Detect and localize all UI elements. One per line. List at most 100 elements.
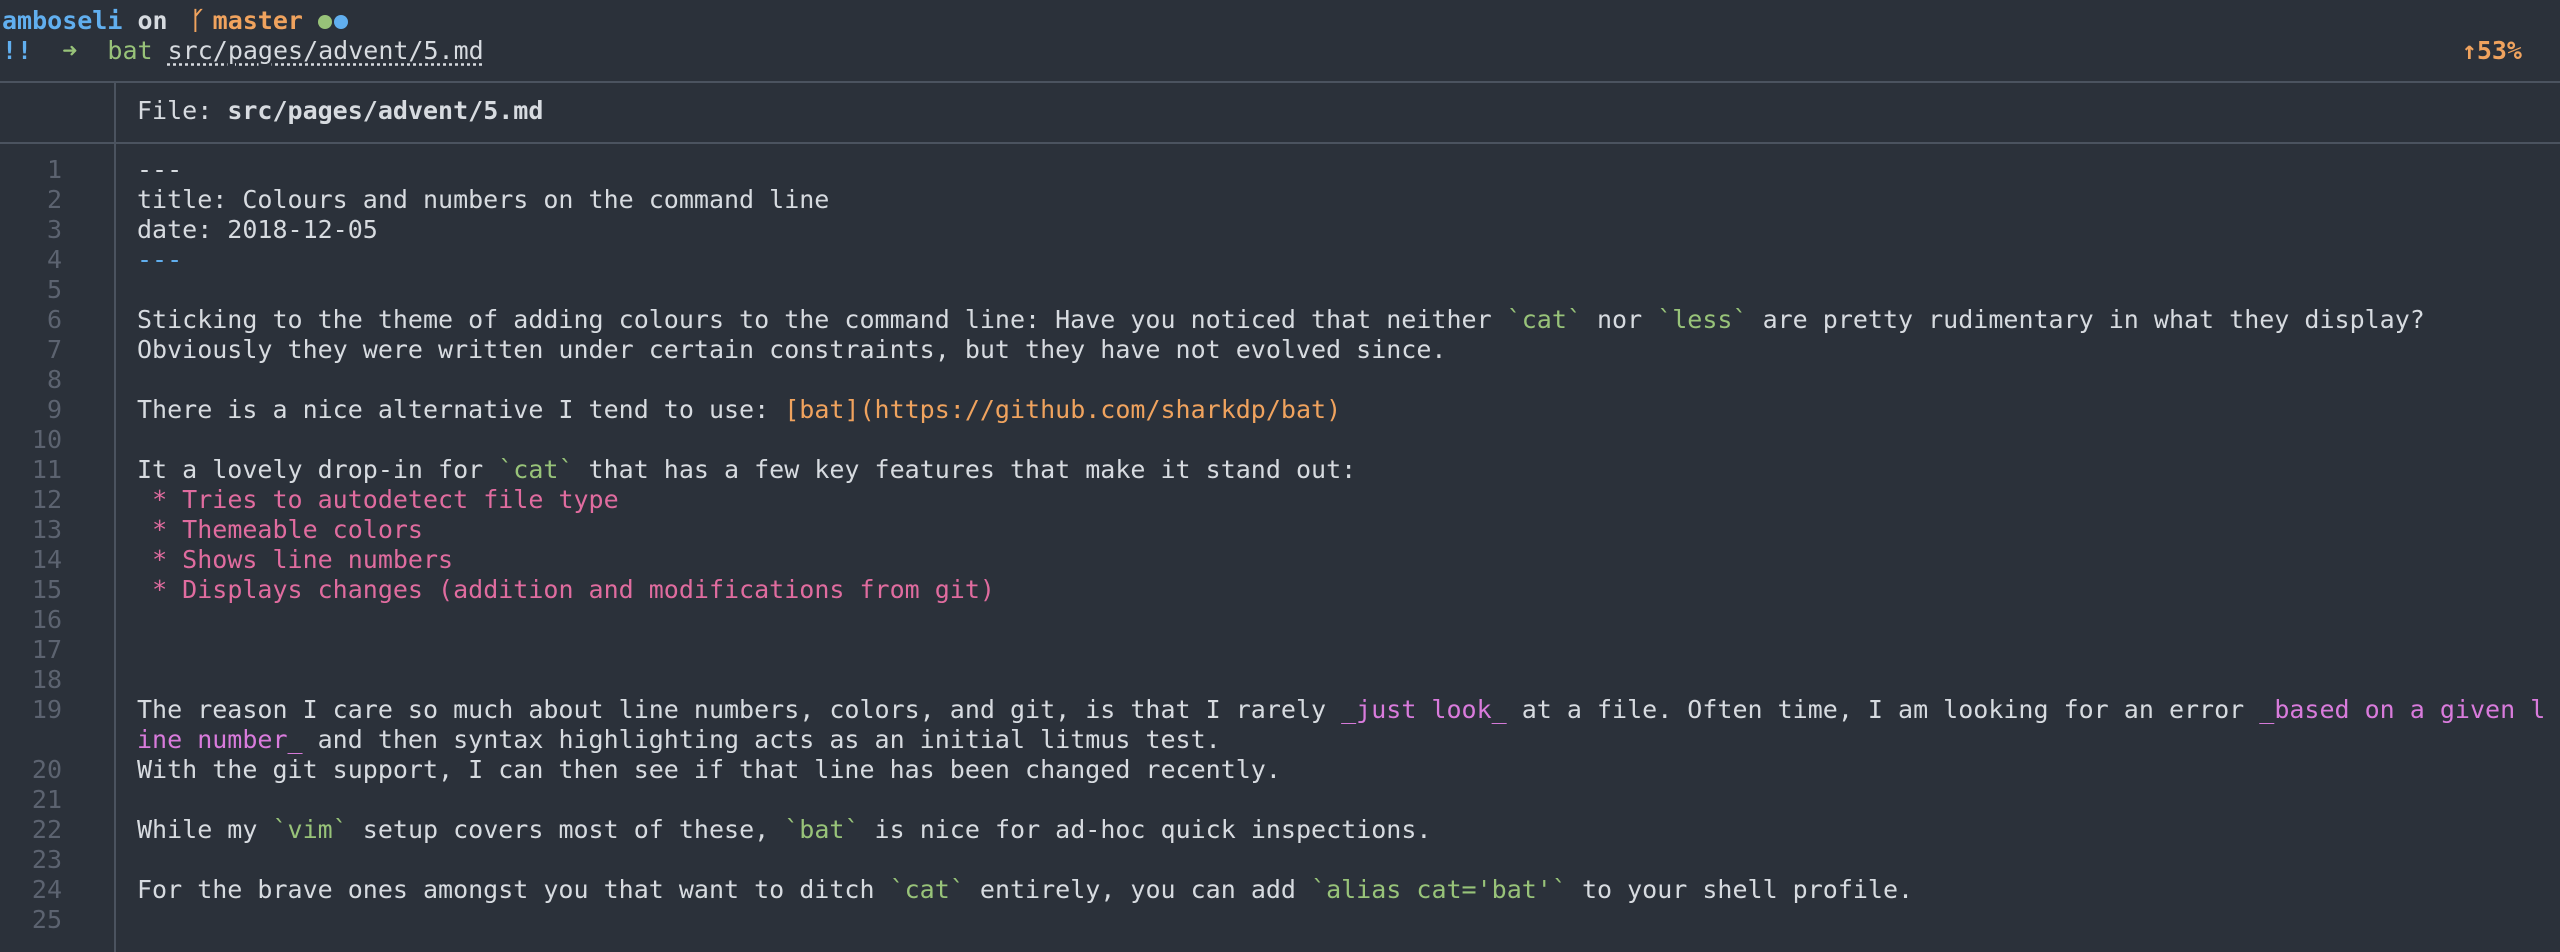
line-number: 21 <box>31 785 62 814</box>
line-text-segment: Obviously they were written under certai… <box>137 335 1447 364</box>
file-header: File: src/pages/advent/5.md <box>137 96 543 126</box>
code-line: 13 * Themeable colors <box>0 515 2560 545</box>
code-line: 8 <box>0 365 2560 395</box>
code-line: 15 * Displays changes (addition and modi… <box>0 575 2560 605</box>
line-number: 14 <box>31 545 62 574</box>
line-number: 5 <box>46 275 62 304</box>
line-number: 23 <box>31 845 62 874</box>
command-argument-path[interactable]: src/pages/advent/5.md <box>168 36 484 65</box>
line-number: 15 <box>31 575 62 604</box>
code-line: 11 It a lovely drop-in for `cat` that has… <box>0 455 2560 485</box>
code-line: 20 With the git support, I can then see i… <box>0 755 2560 785</box>
prompt-context-line: amboseli on ᚴ master <box>2 6 350 36</box>
hostname: amboseli <box>2 6 123 35</box>
line-text: There is a nice alternative I tend to us… <box>137 395 2557 425</box>
frame-header-gutter-rule <box>114 82 116 142</box>
code-line: 23 <box>0 845 2560 875</box>
line-text-segment: and then syntax highlighting acts as an … <box>302 725 1221 754</box>
line-number: 25 <box>31 905 62 934</box>
line-number: 2 <box>46 185 62 214</box>
code-line: 1 --- <box>0 155 2560 185</box>
code-line: 19 The reason I care so much about line n… <box>0 695 2560 755</box>
code-line: 6 Sticking to the theme of adding colours… <box>0 305 2560 335</box>
git-status-dot-blue-icon <box>334 15 349 29</box>
line-number: 8 <box>46 365 62 394</box>
line-number: 11 <box>31 455 62 484</box>
line-number: 6 <box>46 305 62 334</box>
line-number: 18 <box>31 665 62 694</box>
git-branch-icon: ᚴ <box>190 6 206 35</box>
line-text-segment: * Tries to autodetect file type <box>137 485 619 514</box>
line-text-segment: --- <box>137 245 183 274</box>
prompt-on-text: on <box>137 6 168 35</box>
frame-header-rule <box>0 142 2560 144</box>
prompt-arrow-icon: ➜ <box>62 36 78 65</box>
line-text-segment: With the git support, I can then see if … <box>137 755 1281 784</box>
code-line: 22 While my `vim` setup covers most of th… <box>0 815 2560 845</box>
line-text-segment: Sticking to the theme of adding colours … <box>137 305 1507 334</box>
line-text: For the brave ones amongst you that want… <box>137 875 2557 905</box>
line-text: title: Colours and numbers on the comman… <box>137 185 2557 215</box>
file-header-label: File: <box>137 96 213 125</box>
line-text-segment: title: Colours and numbers on the comman… <box>137 185 830 214</box>
line-text-segment: * Shows line numbers <box>137 545 454 574</box>
code-line: 12 * Tries to autodetect file type <box>0 485 2560 515</box>
code-line: 9 There is a nice alternative I tend to u… <box>0 395 2560 425</box>
prompt-command-line[interactable]: !! ➜ bat src/pages/advent/5.md <box>2 36 484 66</box>
line-text-segment: _just look_ <box>1341 695 1507 724</box>
line-text: While my `vim` setup covers most of thes… <box>137 815 2557 845</box>
line-number: 24 <box>31 875 62 904</box>
line-text: --- <box>137 245 2557 275</box>
code-line: 21 <box>0 785 2560 815</box>
git-status-dot-green-icon <box>318 15 333 29</box>
code-line: 5 <box>0 275 2560 305</box>
line-text-segment: is nice for ad-hoc quick inspections. <box>859 815 1432 844</box>
line-text-segment: `cat` <box>1506 305 1582 334</box>
code-line: 17 <box>0 635 2560 665</box>
line-text-segment: `bat` <box>784 815 860 844</box>
line-number: 13 <box>31 515 62 544</box>
line-text-segment: entirely, you can add <box>964 875 1312 904</box>
line-text: * Shows line numbers <box>137 545 2557 575</box>
line-text: * Themeable colors <box>137 515 2557 545</box>
file-content: 1 --- 2 title: Colours and numbers on the c… <box>0 155 2560 935</box>
line-text-segment: * Displays changes (addition and modific… <box>137 575 995 604</box>
line-text-segment: The reason I care so much about line num… <box>137 695 1342 724</box>
code-line: 16 <box>0 605 2560 635</box>
line-text-segment: date: 2018-12-05 <box>137 215 378 244</box>
command-name: bat <box>107 36 153 65</box>
line-text: The reason I care so much about line num… <box>137 695 2557 755</box>
code-line: 7 Obviously they were written under certa… <box>0 335 2560 365</box>
line-number: 4 <box>46 245 62 274</box>
line-number: 16 <box>31 605 62 634</box>
code-line: 18 <box>0 665 2560 695</box>
line-number: 10 <box>31 425 62 454</box>
frame-top-rule <box>0 81 2560 83</box>
code-line: 2 title: Colours and numbers on the comma… <box>0 185 2560 215</box>
line-text-segment: `alias cat='bat'` <box>1311 875 1567 904</box>
line-text-segment: nor <box>1581 305 1658 334</box>
line-text-segment: `vim` <box>272 815 348 844</box>
code-line: 24 For the brave ones amongst you that wa… <box>0 875 2560 905</box>
line-number: 22 <box>31 815 62 844</box>
line-number: 20 <box>31 755 62 784</box>
line-text: Sticking to the theme of adding colours … <box>137 305 2557 335</box>
line-text: It a lovely drop-in for `cat` that has a… <box>137 455 2557 485</box>
code-line: 4 --- <box>0 245 2560 275</box>
line-text: * Tries to autodetect file type <box>137 485 2557 515</box>
line-text-segment: at a file. Often time, I am looking for … <box>1506 695 2260 724</box>
line-text: With the git support, I can then see if … <box>137 755 2557 785</box>
line-text-segment: setup covers most of these, <box>347 815 785 844</box>
line-text: * Displays changes (addition and modific… <box>137 575 2557 605</box>
line-text: --- <box>137 155 2557 185</box>
line-text-segment: For the brave ones amongst you that want… <box>137 875 890 904</box>
line-text-segment: that has a few key features that make it… <box>573 455 1357 484</box>
git-branch-name: master <box>212 6 303 35</box>
line-number: 19 <box>31 695 62 724</box>
line-text-segment: It a lovely drop-in for <box>137 455 499 484</box>
line-text-segment: --- <box>137 155 183 184</box>
code-line: 3 date: 2018-12-05 <box>0 215 2560 245</box>
line-number: 3 <box>46 215 62 244</box>
line-text-segment: to your shell profile. <box>1566 875 1914 904</box>
code-line: 14 * Shows line numbers <box>0 545 2560 575</box>
